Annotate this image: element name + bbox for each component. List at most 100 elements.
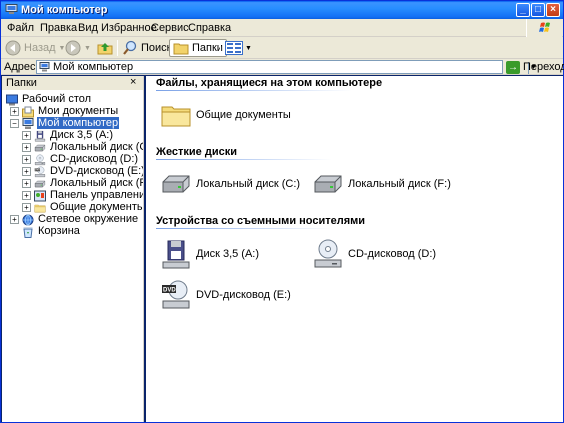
expand-icon[interactable]: +: [22, 142, 31, 152]
cd-drive-icon: [312, 238, 344, 270]
tree-item[interactable]: + DVD DVD-дисковод (E:): [22, 165, 144, 177]
tree-item-label: Мои документы: [38, 105, 119, 117]
tree-item-label: Рабочий стол: [22, 93, 92, 105]
content-item[interactable]: Локальный диск (F:): [312, 168, 451, 200]
search-label: Поиск: [141, 42, 172, 54]
tree-item[interactable]: + Общие документы: [22, 201, 144, 213]
menu-file[interactable]: Файл: [7, 22, 34, 34]
back-button[interactable]: Назад ▼: [5, 39, 65, 57]
windows-logo-icon: [526, 19, 562, 37]
menu-edit[interactable]: Правка: [40, 22, 77, 34]
group-divider: [156, 159, 332, 160]
up-button[interactable]: [97, 39, 113, 57]
tree-item-label: Диск 3,5 (A:): [50, 129, 114, 141]
content-item[interactable]: Диск 3,5 (A:): [160, 238, 259, 270]
forward-button[interactable]: ▼: [65, 39, 91, 57]
folders-pane: Папки × Рабочий стол + Мои документы − Мой к…: [2, 76, 144, 422]
tree-item-label: Корзина: [38, 225, 80, 237]
tree-item-label: Общие документы: [50, 201, 144, 213]
forward-dropdown-icon[interactable]: ▼: [84, 45, 91, 52]
hard-disk-icon: [34, 178, 46, 189]
content-item[interactable]: CD-дисковод (D:): [312, 238, 436, 270]
group-divider: [156, 90, 352, 91]
tree-item-label: Сетевое окружение: [38, 213, 139, 225]
floppy-icon: [34, 130, 46, 141]
hard-disk-icon: [160, 168, 192, 200]
address-input[interactable]: Мой компьютер ▼: [36, 60, 538, 74]
dvd-drive-icon: DVD: [160, 279, 192, 311]
close-pane-icon[interactable]: ×: [130, 76, 136, 88]
folder-up-icon: [97, 43, 113, 55]
content-item[interactable]: Локальный диск (C:): [160, 168, 300, 200]
tree-item[interactable]: + Локальный диск (C:): [22, 141, 144, 153]
expand-icon[interactable]: +: [22, 154, 31, 164]
expand-icon[interactable]: +: [22, 130, 31, 140]
tree-item[interactable]: + Локальный диск (F:): [22, 177, 144, 189]
content-item-label: Диск 3,5 (A:): [196, 248, 260, 260]
expand-icon[interactable]: +: [22, 178, 31, 188]
back-arrow-icon: [5, 40, 21, 56]
tree-item[interactable]: Рабочий стол: [6, 93, 92, 105]
tree-item[interactable]: + CD-дисковод (D:): [22, 153, 139, 165]
folders-label: Папки: [192, 42, 223, 54]
tree-item[interactable]: + Мои документы: [10, 105, 119, 117]
go-button[interactable]: → Переход: [506, 60, 564, 74]
maximize-button[interactable]: □: [531, 3, 545, 17]
expand-icon[interactable]: +: [22, 202, 31, 212]
search-icon: [123, 40, 137, 55]
content-item-label: Локальный диск (F:): [348, 178, 451, 190]
expand-icon[interactable]: +: [10, 106, 19, 116]
tree-item-label: CD-дисковод (D:): [50, 153, 139, 165]
folders-button[interactable]: Папки: [169, 39, 227, 57]
tree-item[interactable]: + Диск 3,5 (A:): [22, 129, 114, 141]
minimize-button[interactable]: _: [516, 3, 530, 17]
content-item[interactable]: DVD DVD-дисковод (E:): [160, 279, 291, 311]
address-label: Адрес:: [4, 61, 39, 73]
back-label: Назад: [24, 42, 56, 54]
toolbar-separator: [117, 40, 118, 56]
expand-icon[interactable]: +: [22, 166, 31, 176]
menu-tools[interactable]: Сервис: [151, 22, 189, 34]
title-bar[interactable]: Мой компьютер _ □ ×: [1, 1, 563, 19]
tree-item[interactable]: + Сетевое окружение: [10, 213, 139, 225]
forward-arrow-icon: [65, 40, 81, 56]
menu-favorites[interactable]: Избранное: [101, 22, 157, 34]
content-item-label: Локальный диск (C:): [196, 178, 301, 190]
tree-item[interactable]: Корзина: [22, 225, 81, 238]
svg-text:DVD: DVD: [163, 288, 176, 294]
tree-item-label: DVD-дисковод (E:): [50, 165, 144, 177]
hard-disk-icon: [34, 142, 46, 153]
go-arrow-icon: →: [506, 60, 520, 74]
address-bar: Адрес: Мой компьютер ▼ → Переход: [1, 59, 564, 75]
menu-bar: Файл Правка Вид Избранное Сервис Справка: [1, 19, 563, 37]
views-dropdown-icon[interactable]: ▼: [245, 45, 252, 52]
menu-help[interactable]: Справка: [188, 22, 231, 34]
views-button[interactable]: ▼: [225, 39, 252, 57]
expand-icon[interactable]: +: [10, 214, 19, 224]
tree-item-label: Локальный диск (C:): [50, 141, 144, 153]
search-button[interactable]: Поиск: [122, 39, 171, 57]
group-header: Файлы, хранящиеся на этом компьютере: [156, 77, 383, 89]
address-value: Мой компьютер: [53, 61, 134, 73]
toolbar: Назад ▼ ▼ Поиск Папки ▼: [1, 37, 563, 59]
toolbar-separator: [220, 40, 221, 56]
tree-item[interactable]: + Панель управления: [22, 189, 144, 201]
folders-pane-header: Папки ×: [2, 76, 143, 90]
expand-icon[interactable]: +: [22, 190, 31, 200]
content-area: Файлы, хранящиеся на этом компьютере Общи…: [146, 76, 563, 422]
svg-text:DVD: DVD: [35, 169, 40, 171]
tree-item-label: Панель управления: [50, 189, 144, 201]
tree-item[interactable]: − Мой компьютер: [10, 117, 120, 129]
group-header: Жесткие диски: [156, 146, 237, 158]
my-computer-icon: [39, 62, 50, 72]
hard-disk-icon: [312, 168, 344, 200]
content-item-label: Общие документы: [196, 109, 291, 121]
my-computer-icon: [5, 4, 18, 14]
menu-view[interactable]: Вид: [78, 22, 98, 34]
content-item[interactable]: Общие документы: [160, 99, 291, 131]
close-button[interactable]: ×: [546, 3, 560, 17]
group-divider: [156, 228, 332, 229]
recycle-bin-icon: [22, 226, 34, 238]
tree-item-label: Локальный диск (F:): [50, 177, 144, 189]
collapse-icon[interactable]: −: [10, 118, 19, 128]
